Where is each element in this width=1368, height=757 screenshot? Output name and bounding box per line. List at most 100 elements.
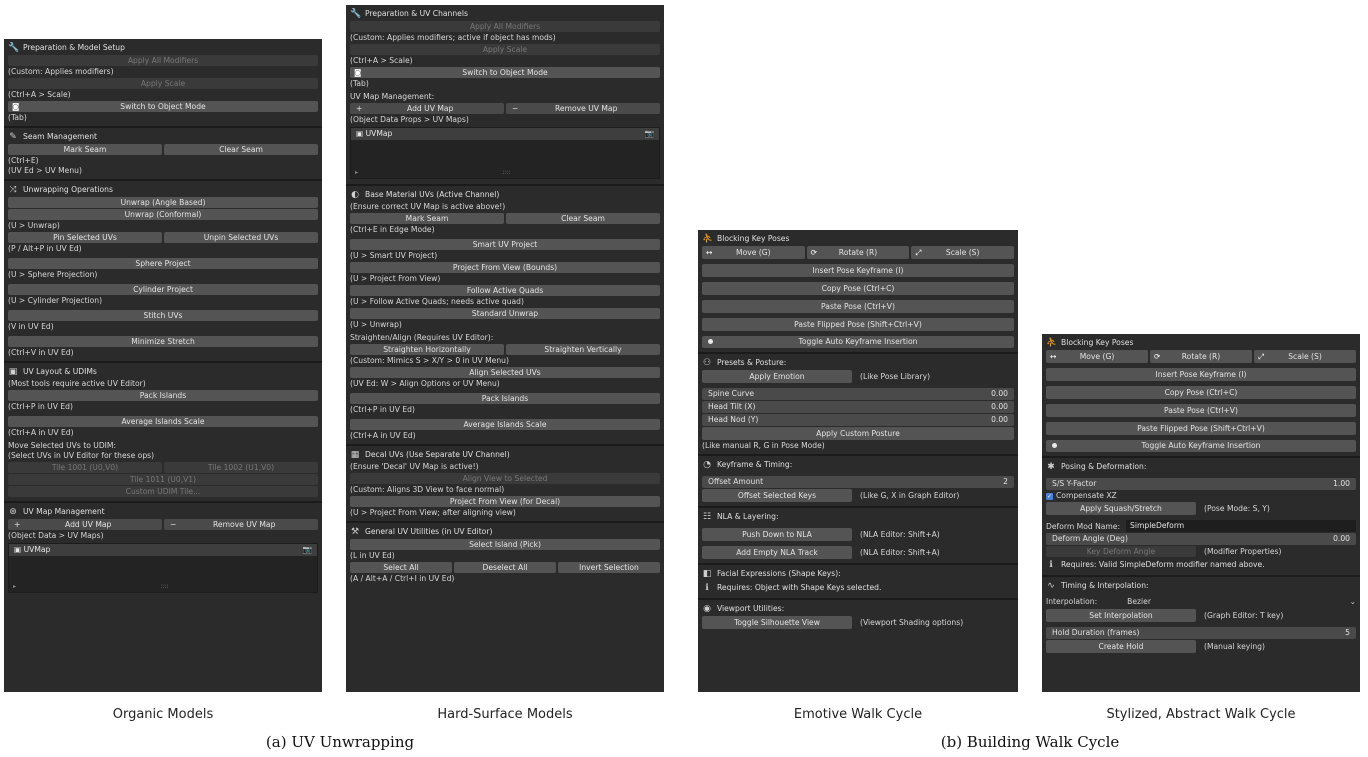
section-header[interactable]: ▦ Decal UVs (Use Separate UV Channel) [350, 448, 660, 461]
switch-object-mode-button[interactable]: ◙ Switch to Object Mode [350, 67, 660, 78]
expand-arrow-icon[interactable]: ▸ [355, 169, 358, 176]
switch-object-mode-button[interactable]: ◙ Switch to Object Mode [8, 101, 318, 112]
minimize-stretch-button[interactable]: Minimize Stretch [8, 336, 318, 347]
add-uv-map-button[interactable]: + Add UV Map [8, 519, 162, 530]
project-from-view-bounds-button[interactable]: Project From View (Bounds) [350, 262, 660, 273]
uv-map-item[interactable]: ▣ UVMap 📷 [9, 544, 317, 556]
deform-mod-name-input[interactable]: SimpleDeform [1126, 520, 1356, 532]
section-header[interactable]: ⚒ General UV Utilities (in UV Editor) [350, 525, 660, 538]
project-from-view-decal-button[interactable]: Project From View (for Decal) [350, 496, 660, 507]
pack-islands-button[interactable]: Pack Islands [8, 390, 318, 401]
section-header[interactable]: ⛹ Blocking Key Poses [1046, 336, 1356, 349]
add-empty-nla-track-button[interactable]: Add Empty NLA Track [702, 546, 852, 559]
section-header[interactable]: ◐ Base Material UVs (Active Channel) [350, 188, 660, 201]
section-header[interactable]: ✱ Posing & Deformation: [1046, 460, 1356, 473]
add-uv-map-button[interactable]: + Add UV Map [350, 103, 504, 114]
offset-amount-field[interactable]: Offset Amount 2 [702, 476, 1014, 488]
insert-pose-keyframe-button[interactable]: Insert Pose Keyframe (I) [1046, 368, 1356, 381]
paste-pose-button[interactable]: Paste Pose (Ctrl+V) [702, 300, 1014, 313]
pin-uvs-button[interactable]: Pin Selected UVs [8, 232, 162, 243]
average-islands-scale-button[interactable]: Average Islands Scale [8, 416, 318, 427]
clear-seam-button[interactable]: Clear Seam [506, 213, 660, 224]
section-header[interactable]: ☷ NLA & Layering: [702, 510, 1014, 523]
align-view-to-selected-button[interactable]: Align View to Selected [350, 473, 660, 484]
standard-unwrap-button[interactable]: Standard Unwrap [350, 308, 660, 319]
offset-selected-keys-button[interactable]: Offset Selected Keys [702, 489, 852, 502]
apply-all-modifiers-button[interactable]: Apply All Modifiers [8, 55, 318, 66]
toggle-silhouette-button[interactable]: Toggle Silhouette View [702, 616, 852, 629]
smart-uv-project-button[interactable]: Smart UV Project [350, 239, 660, 250]
paste-pose-button[interactable]: Paste Pose (Ctrl+V) [1046, 404, 1356, 417]
clear-seam-button[interactable]: Clear Seam [164, 144, 318, 155]
set-interpolation-button[interactable]: Set Interpolation [1046, 609, 1196, 622]
resize-handle[interactable]: :::: [160, 583, 168, 590]
push-down-nla-button[interactable]: Push Down to NLA [702, 528, 852, 541]
section-header[interactable]: ∿ Timing & Interpolation: [1046, 579, 1356, 592]
tile-1002-button[interactable]: Tile 1002 (U1,V0) [164, 462, 318, 473]
apply-squash-stretch-button[interactable]: Apply Squash/Stretch [1046, 502, 1196, 515]
rotate-button[interactable]: ⟳ Rotate (R) [1150, 350, 1252, 363]
straighten-vertically-button[interactable]: Straighten Vertically [506, 344, 660, 355]
apply-all-modifiers-button[interactable]: Apply All Modifiers [350, 21, 660, 32]
interpolation-select[interactable]: Interpolation: Bezier ⌄ [1046, 596, 1356, 608]
key-deform-angle-button[interactable]: Key Deform Angle [1046, 546, 1196, 557]
section-header[interactable]: 🔧 Preparation & Model Setup [8, 41, 318, 54]
cylinder-project-button[interactable]: Cylinder Project [8, 284, 318, 295]
select-island-button[interactable]: Select Island (Pick) [350, 539, 660, 550]
rotate-button[interactable]: ⟳ Rotate (R) [806, 246, 910, 259]
copy-pose-button[interactable]: Copy Pose (Ctrl+C) [702, 282, 1014, 295]
section-header[interactable]: ⛹ Blocking Key Poses [702, 232, 1014, 245]
straighten-horizontally-button[interactable]: Straighten Horizontally [350, 344, 504, 355]
uv-map-item[interactable]: ▣ UVMap 📷 [351, 128, 659, 140]
mark-seam-button[interactable]: Mark Seam [8, 144, 162, 155]
hold-duration-field[interactable]: Hold Duration (frames) 5 [1046, 627, 1356, 639]
tile-1011-button[interactable]: Tile 1011 (U0,V1) [8, 474, 318, 485]
section-header[interactable]: ⚇ Presets & Posture: [702, 356, 1014, 369]
select-all-button[interactable]: Select All [350, 562, 452, 573]
unwrap-angle-based-button[interactable]: Unwrap (Angle Based) [8, 197, 318, 208]
insert-pose-keyframe-button[interactable]: Insert Pose Keyframe (I) [702, 264, 1014, 277]
deform-angle-field[interactable]: Deform Angle (Deg) 0.00 [1046, 533, 1356, 545]
sphere-project-button[interactable]: Sphere Project [8, 258, 318, 269]
custom-udim-button[interactable]: Custom UDIM Tile... [8, 486, 318, 497]
section-header[interactable]: ▣ UV Layout & UDIMs [8, 365, 318, 378]
invert-selection-button[interactable]: Invert Selection [558, 562, 660, 573]
follow-active-quads-button[interactable]: Follow Active Quads [350, 285, 660, 296]
spine-curve-field[interactable]: Spine Curve 0.00 [702, 388, 1014, 400]
resize-handle[interactable]: :::: [502, 169, 510, 176]
remove-uv-map-button[interactable]: − Remove UV Map [506, 103, 660, 114]
unpin-uvs-button[interactable]: Unpin Selected UVs [164, 232, 318, 243]
move-button[interactable]: ↔ Move (G) [1046, 350, 1148, 363]
section-header[interactable]: ⤨ Unwrapping Operations [8, 183, 318, 196]
section-header[interactable]: ◔ Keyframe & Timing: [702, 458, 1014, 471]
section-header[interactable]: ◧ Facial Expressions (Shape Keys): [702, 567, 1014, 580]
apply-scale-button[interactable]: Apply Scale [8, 78, 318, 89]
section-header[interactable]: ✎ Seam Management [8, 130, 318, 143]
align-selected-uvs-button[interactable]: Align Selected UVs [350, 367, 660, 378]
deselect-all-button[interactable]: Deselect All [454, 562, 556, 573]
apply-emotion-button[interactable]: Apply Emotion [702, 370, 852, 383]
move-button[interactable]: ↔ Move (G) [702, 246, 805, 259]
pack-islands-button[interactable]: Pack Islands [350, 393, 660, 404]
uv-map-list[interactable]: ▣ UVMap 📷 ▸:::: [350, 127, 660, 179]
section-header[interactable]: ◉ Viewport Utilities: [702, 602, 1014, 615]
average-islands-scale-button[interactable]: Average Islands Scale [350, 419, 660, 430]
scale-button[interactable]: ⤢ Scale (S) [911, 246, 1015, 259]
scale-button[interactable]: ⤢ Scale (S) [1254, 350, 1356, 363]
paste-flipped-pose-button[interactable]: Paste Flipped Pose (Shift+Ctrl+V) [702, 318, 1014, 331]
copy-pose-button[interactable]: Copy Pose (Ctrl+C) [1046, 386, 1356, 399]
stitch-uvs-button[interactable]: Stitch UVs [8, 310, 318, 321]
paste-flipped-pose-button[interactable]: Paste Flipped Pose (Shift+Ctrl+V) [1046, 422, 1356, 435]
unwrap-conformal-button[interactable]: Unwrap (Conformal) [8, 209, 318, 220]
camera-icon[interactable]: 📷 [645, 128, 654, 140]
apply-custom-posture-button[interactable]: Apply Custom Posture [702, 427, 1014, 440]
uv-map-list[interactable]: ▣ UVMap 📷 ▸:::: [8, 543, 318, 593]
camera-icon[interactable]: 📷 [303, 544, 312, 556]
tile-1001-button[interactable]: Tile 1001 (U0,V0) [8, 462, 162, 473]
expand-arrow-icon[interactable]: ▸ [13, 583, 16, 590]
toggle-auto-keyframe-button[interactable]: Toggle Auto Keyframe Insertion [1046, 440, 1356, 452]
section-header[interactable]: 🔧 Preparation & UV Channels [350, 7, 660, 20]
ss-y-factor-field[interactable]: S/S Y-Factor 1.00 [1046, 478, 1356, 490]
mark-seam-button[interactable]: Mark Seam [350, 213, 504, 224]
apply-scale-button[interactable]: Apply Scale [350, 44, 660, 55]
